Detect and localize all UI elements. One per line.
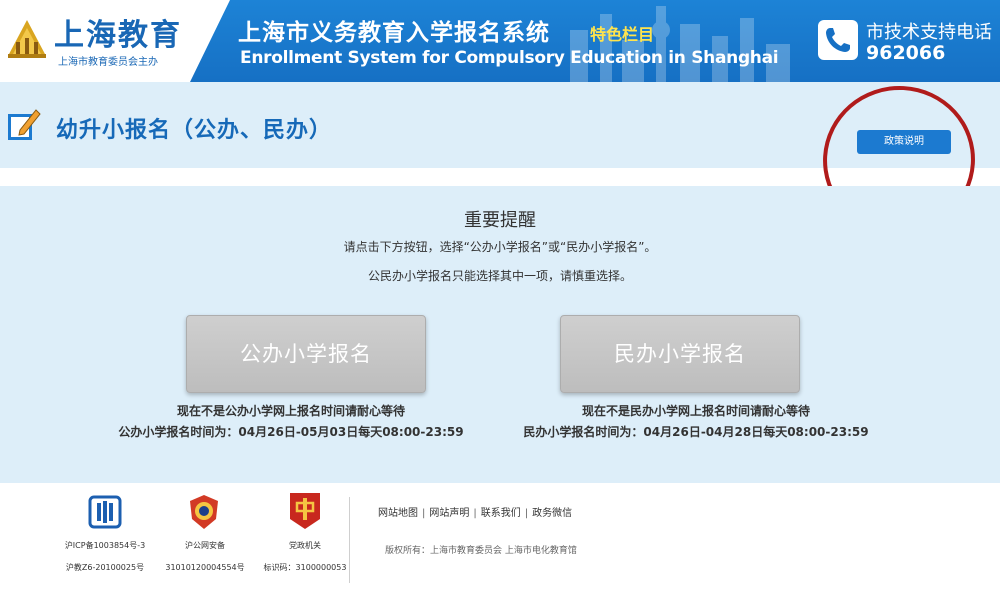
notice-line-2: 公民办小学报名只能选择其中一项，请慎重选择。 [367, 269, 632, 283]
icp-record-number[interactable]: 沪ICP备1003854号-3 [58, 540, 152, 551]
page-title: 幼升小报名（公办、民办） [56, 118, 333, 143]
edu-record-number: 沪教Z6-20100025号 [65, 563, 145, 572]
private-school-enroll-button[interactable]: 民办小学报名 [560, 315, 800, 393]
public-time-text: 公办小学报名时间为：04月26日-05月03日每天08:00-23:59 [118, 425, 464, 439]
logo-subtitle: 上海市教育委员会主办 [58, 57, 158, 68]
public-status-text: 现在不是公办小学网上报名时间请耐心等待 [176, 404, 405, 418]
shanghai-education-emblem-icon [8, 20, 46, 58]
phone-icon [818, 20, 858, 60]
copyright-text: 版权所有：上海市教育委员会 上海市电化教育馆 [385, 546, 577, 556]
party-org-code: 标识码：3100000053 [263, 563, 347, 572]
notice-line-1: 请点击下方按钮，选择“公办小学报名”或“民办小学报名”。 [343, 240, 657, 254]
public-school-enroll-button[interactable]: 公办小学报名 [186, 315, 426, 393]
link-separator: | [473, 508, 477, 519]
support-phone-label: 市技术支持电话 [866, 22, 992, 43]
support-phone-number: 962066 [866, 42, 946, 64]
edit-pen-icon [8, 109, 41, 140]
police-record-label[interactable]: 沪公网安备 [160, 540, 250, 551]
police-emblem-icon[interactable] [186, 493, 222, 531]
icp-icon[interactable] [88, 495, 122, 529]
party-org-icon[interactable] [288, 491, 322, 531]
link-separator: | [524, 508, 529, 519]
footer-link-sitemap[interactable]: 网站地图 [378, 508, 418, 519]
link-separator: | [422, 508, 426, 519]
site-footer: 沪ICP备1003854号-3 沪教Z6-20100025号 沪公网安备 310… [0, 483, 1000, 604]
footer-divider [349, 497, 350, 583]
private-status-text: 现在不是民办小学网上报名时间请耐心等待 [581, 404, 810, 418]
footer-link-wechat[interactable]: 政务微信 [532, 508, 572, 519]
private-time-text: 民办小学报名时间为：04月26日-04月28日每天08:00-23:59 [523, 425, 869, 439]
footer-links: 网站地图 | 网站声明 | 联系我们 | 政务微信 [378, 504, 572, 519]
site-title-english: Enrollment System for Compulsory Educati… [240, 48, 779, 68]
site-header: 上海教育 上海市教育委员会主办 上海市义务教育入学报名系统 特色栏目 Enrol… [0, 0, 1000, 82]
police-record-number: 31010120004554号 [165, 563, 245, 572]
party-org-label[interactable]: 党政机关 [262, 540, 348, 551]
site-title: 上海市义务教育入学报名系统 [238, 20, 550, 46]
featured-column-link[interactable]: 特色栏目 [590, 21, 654, 45]
logo-title: 上海教育 [54, 18, 182, 53]
notice-title: 重要提醒 [464, 210, 536, 231]
footer-link-statement[interactable]: 网站声明 [429, 508, 469, 519]
footer-link-contact[interactable]: 联系我们 [481, 508, 521, 519]
enrollment-panel: 重要提醒 请点击下方按钮，选择“公办小学报名”或“民办小学报名”。 公民办小学报… [0, 186, 1000, 483]
logo-area[interactable]: 上海教育 上海市教育委员会主办 [0, 0, 230, 82]
